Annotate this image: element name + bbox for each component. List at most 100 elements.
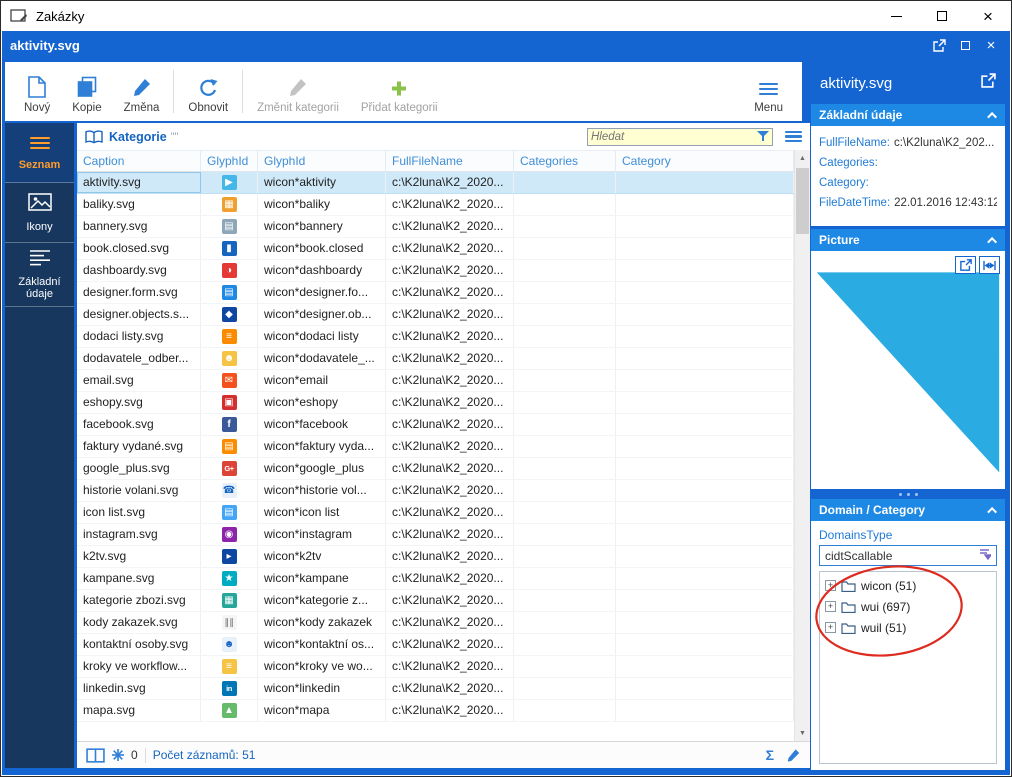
scrollbar-track[interactable] bbox=[795, 166, 810, 725]
cell-fullfilename[interactable]: c:\K2luna\K2_2020... bbox=[386, 348, 514, 369]
cell-glyph-icon[interactable]: G+ bbox=[201, 458, 258, 479]
scroll-down-icon[interactable]: ▼ bbox=[795, 725, 810, 741]
cell-caption[interactable]: instagram.svg bbox=[77, 524, 201, 545]
cell-category[interactable] bbox=[616, 392, 794, 413]
inner-close-icon[interactable]: × bbox=[980, 36, 1002, 55]
cell-fullfilename[interactable]: c:\K2luna\K2_2020... bbox=[386, 656, 514, 677]
sidebar-item-ikony[interactable]: Ikony bbox=[5, 183, 74, 243]
cell-glyph-icon[interactable]: ▶ bbox=[201, 172, 258, 193]
cell-categories[interactable] bbox=[514, 194, 616, 215]
cell-glyphid[interactable]: wicon*designer.fo... bbox=[258, 282, 386, 303]
column-header-glyphid[interactable]: GlyphId bbox=[258, 151, 386, 171]
cell-categories[interactable] bbox=[514, 546, 616, 567]
cell-fullfilename[interactable]: c:\K2luna\K2_2020... bbox=[386, 414, 514, 435]
float-window-icon[interactable] bbox=[928, 36, 950, 55]
cell-glyphid[interactable]: wicon*baliky bbox=[258, 194, 386, 215]
cell-categories[interactable] bbox=[514, 392, 616, 413]
cell-category[interactable] bbox=[616, 524, 794, 545]
column-header-caption[interactable]: Caption bbox=[77, 151, 201, 171]
cell-caption[interactable]: aktivity.svg bbox=[77, 172, 201, 193]
table-row[interactable]: kroky ve workflow...≡wicon*kroky ve wo..… bbox=[77, 656, 794, 678]
cell-caption[interactable]: email.svg bbox=[77, 370, 201, 391]
cell-glyph-icon[interactable]: f bbox=[201, 414, 258, 435]
table-row[interactable]: icon list.svg▤wicon*icon listc:\K2luna\K… bbox=[77, 502, 794, 524]
cell-fullfilename[interactable]: c:\K2luna\K2_2020... bbox=[386, 370, 514, 391]
cell-glyph-icon[interactable]: ║║ bbox=[201, 612, 258, 633]
cell-category[interactable] bbox=[616, 260, 794, 281]
cell-glyphid[interactable]: wicon*instagram bbox=[258, 524, 386, 545]
cell-categories[interactable] bbox=[514, 216, 616, 237]
cell-caption[interactable]: kontaktní osoby.svg bbox=[77, 634, 201, 655]
cell-glyph-icon[interactable]: ▮ bbox=[201, 238, 258, 259]
table-row[interactable]: mapa.svg▲wicon*mapac:\K2luna\K2_2020... bbox=[77, 700, 794, 722]
cell-fullfilename[interactable]: c:\K2luna\K2_2020... bbox=[386, 480, 514, 501]
cell-caption[interactable]: dodaci listy.svg bbox=[77, 326, 201, 347]
cell-caption[interactable]: historie volani.svg bbox=[77, 480, 201, 501]
cell-category[interactable] bbox=[616, 480, 794, 501]
cell-fullfilename[interactable]: c:\K2luna\K2_2020... bbox=[386, 590, 514, 611]
column-header-category[interactable]: Category bbox=[616, 151, 794, 171]
table-row[interactable]: book.closed.svg▮wicon*book.closedc:\K2lu… bbox=[77, 238, 794, 260]
table-row[interactable]: google_plus.svgG+wicon*google_plusc:\K2l… bbox=[77, 458, 794, 480]
table-row[interactable]: designer.objects.s...◆wicon*designer.ob.… bbox=[77, 304, 794, 326]
table-row[interactable]: dodavatele_odber...☻wicon*dodavatele_...… bbox=[77, 348, 794, 370]
cell-glyph-icon[interactable]: ▣ bbox=[201, 392, 258, 413]
sum-icon[interactable]: Σ bbox=[766, 747, 774, 763]
cell-fullfilename[interactable]: c:\K2luna\K2_2020... bbox=[386, 634, 514, 655]
cell-glyph-icon[interactable]: ☻ bbox=[201, 634, 258, 655]
cell-category[interactable] bbox=[616, 502, 794, 523]
cell-glyph-icon[interactable]: ▲ bbox=[201, 700, 258, 721]
cell-categories[interactable] bbox=[514, 436, 616, 457]
filter-funnel-icon[interactable] bbox=[757, 131, 769, 142]
grid-menu-icon[interactable] bbox=[785, 128, 802, 144]
cell-categories[interactable] bbox=[514, 304, 616, 325]
cell-glyph-icon[interactable]: ▤ bbox=[201, 282, 258, 303]
minimize-button[interactable] bbox=[873, 1, 919, 31]
cell-fullfilename[interactable]: c:\K2luna\K2_2020... bbox=[386, 326, 514, 347]
cell-categories[interactable] bbox=[514, 700, 616, 721]
cell-caption[interactable]: kampane.svg bbox=[77, 568, 201, 589]
cell-fullfilename[interactable]: c:\K2luna\K2_2020... bbox=[386, 458, 514, 479]
column-header-categories[interactable]: Categories bbox=[514, 151, 616, 171]
cell-fullfilename[interactable]: c:\K2luna\K2_2020... bbox=[386, 172, 514, 193]
cell-caption[interactable]: baliky.svg bbox=[77, 194, 201, 215]
add-category-button[interactable]: Přidat kategorii bbox=[350, 66, 449, 117]
cell-category[interactable] bbox=[616, 568, 794, 589]
cell-glyph-icon[interactable]: ◑ bbox=[201, 260, 258, 281]
cell-fullfilename[interactable]: c:\K2luna\K2_2020... bbox=[386, 612, 514, 633]
cell-glyphid[interactable]: wicon*k2tv bbox=[258, 546, 386, 567]
inner-maximize-icon[interactable] bbox=[954, 36, 976, 55]
table-row[interactable]: linkedin.svginwicon*linkedinc:\K2luna\K2… bbox=[77, 678, 794, 700]
cell-glyph-icon[interactable]: ▸ bbox=[201, 546, 258, 567]
cell-glyphid[interactable]: wicon*designer.ob... bbox=[258, 304, 386, 325]
view-columns-icon[interactable] bbox=[86, 748, 105, 763]
cell-glyph-icon[interactable]: in bbox=[201, 678, 258, 699]
cell-category[interactable] bbox=[616, 458, 794, 479]
cell-category[interactable] bbox=[616, 700, 794, 721]
cell-categories[interactable] bbox=[514, 590, 616, 611]
cell-glyph-icon[interactable]: ◉ bbox=[201, 524, 258, 545]
cell-glyph-icon[interactable]: ★ bbox=[201, 568, 258, 589]
cell-glyph-icon[interactable]: ✉ bbox=[201, 370, 258, 391]
cell-glyph-icon[interactable]: ≡ bbox=[201, 656, 258, 677]
open-in-new-icon[interactable] bbox=[981, 73, 996, 93]
table-row[interactable]: aktivity.svg▶wicon*aktivityc:\K2luna\K2_… bbox=[77, 172, 794, 194]
cell-categories[interactable] bbox=[514, 568, 616, 589]
table-row[interactable]: k2tv.svg▸wicon*k2tvc:\K2luna\K2_2020... bbox=[77, 546, 794, 568]
tree-item-wicon[interactable]: + wicon (51) bbox=[822, 575, 994, 596]
menu-button[interactable]: Menu bbox=[743, 66, 794, 117]
new-button[interactable]: Nový bbox=[13, 66, 61, 117]
table-row[interactable]: instagram.svg◉wicon*instagramc:\K2luna\K… bbox=[77, 524, 794, 546]
cell-caption[interactable]: designer.form.svg bbox=[77, 282, 201, 303]
cell-glyphid[interactable]: wicon*book.closed bbox=[258, 238, 386, 259]
cell-glyphid[interactable]: wicon*eshopy bbox=[258, 392, 386, 413]
cell-caption[interactable]: kroky ve workflow... bbox=[77, 656, 201, 677]
cell-caption[interactable]: k2tv.svg bbox=[77, 546, 201, 567]
cell-caption[interactable]: kategorie zbozi.svg bbox=[77, 590, 201, 611]
cell-glyphid[interactable]: wicon*faktury vyda... bbox=[258, 436, 386, 457]
maximize-button[interactable] bbox=[919, 1, 965, 31]
cell-glyph-icon[interactable]: ▤ bbox=[201, 216, 258, 237]
column-header-glyph-icon[interactable]: GlyphId bbox=[201, 151, 258, 171]
edit-button[interactable]: Změna bbox=[113, 66, 171, 117]
picture-open-button[interactable] bbox=[955, 256, 976, 274]
